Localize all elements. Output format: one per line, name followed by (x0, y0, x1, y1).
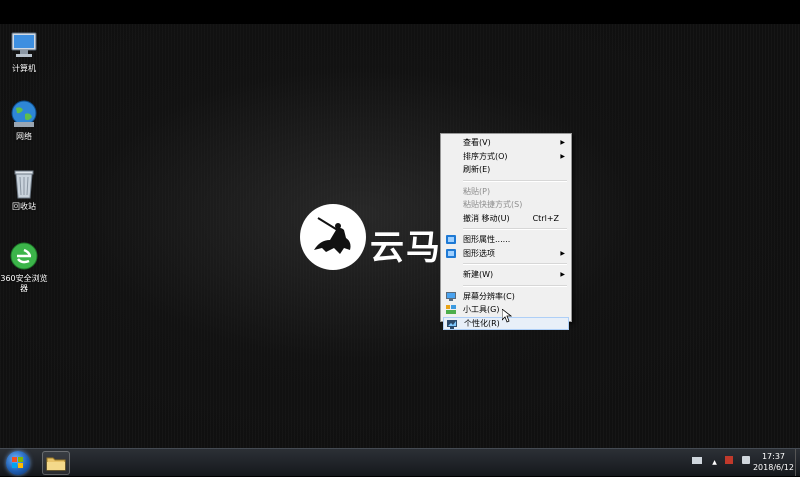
display-icon (446, 291, 456, 301)
menu-item-label: 刷新(E) (463, 165, 491, 174)
taskbar-clock[interactable]: 17:37 2018/6/12 (753, 451, 794, 473)
desktop-icon-label: 360安全浏览 (0, 274, 48, 283)
tray-expand-arrow-icon[interactable]: ▲ (712, 459, 717, 466)
menu-item-label: 排序方式(O) (463, 151, 508, 161)
menu-item-paste-shortcut[interactable]: 粘贴快捷方式(S) (443, 198, 569, 212)
folder-icon (46, 457, 66, 471)
desktop-context-menu: 查看(V) ▶ 排序方式(O) ▶ 刷新(E) 粘贴(P) 粘贴快捷方式(S) … (440, 133, 572, 330)
taskbar-explorer-button[interactable] (42, 451, 70, 475)
clock-time: 17:37 (761, 452, 786, 461)
menu-item-screen-resolution[interactable]: 屏幕分辨率(C) (443, 290, 569, 304)
menu-item-label: 个性化(R) (464, 318, 500, 328)
network-icon (8, 98, 40, 130)
menu-separator (463, 263, 567, 265)
menu-item-label: 撤消 移动(U) (463, 213, 510, 223)
menu-item-label: 查看(V) (463, 138, 491, 147)
computer-icon (8, 30, 40, 62)
start-button[interactable] (6, 451, 30, 475)
keyboard-icon[interactable] (691, 457, 702, 464)
desktop-icon-360-browser[interactable]: 360安全浏览 器 (0, 240, 48, 294)
desktop-icon-network[interactable]: 网络 (0, 98, 48, 142)
menu-item-refresh[interactable]: 刷新(E) (443, 163, 569, 177)
menu-separator (463, 228, 567, 230)
menu-item-undo-move[interactable]: 撤消 移动(U) Ctrl+Z (443, 212, 569, 226)
volume-icon[interactable] (742, 456, 750, 464)
menu-item-label: 图形属性...... (463, 235, 511, 244)
menu-item-shortcut: Ctrl+Z (532, 213, 559, 223)
desktop-icon-label: 计算机 (12, 64, 36, 73)
menu-item-new[interactable]: 新建(W) ▶ (443, 268, 569, 282)
menu-item-label: 粘贴快捷方式(S) (463, 200, 523, 209)
recycle-bin-icon (8, 168, 40, 200)
submenu-arrow-icon: ▶ (560, 152, 565, 160)
desktop-icon-label: 网络 (16, 132, 32, 141)
menu-item-label: 小工具(G) (463, 305, 500, 314)
desktop-icon-computer[interactable]: 计算机 (0, 30, 48, 74)
taskbar: ▲ 17:37 2018/6/12 (0, 448, 800, 476)
menu-item-label: 粘贴(P) (463, 186, 491, 196)
submenu-arrow-icon: ▶ (560, 249, 565, 257)
menu-item-label: 图形选项 (463, 248, 495, 258)
menu-item-graphics-properties[interactable]: 图形属性...... (443, 233, 569, 247)
intel-graphics-icon (446, 248, 456, 258)
gadgets-icon (446, 305, 456, 314)
windows-logo-icon (12, 457, 23, 468)
knight-emblem-icon (300, 204, 366, 270)
intel-graphics-icon (446, 235, 456, 244)
desktop-icon-recycle-bin[interactable]: 回收站 (0, 168, 48, 212)
submenu-arrow-icon: ▶ (560, 139, 565, 146)
submenu-arrow-icon: ▶ (560, 271, 565, 278)
360-browser-icon (8, 240, 40, 272)
desktop-icon-label-line2: 器 (20, 284, 28, 293)
top-black-bar (0, 0, 800, 24)
menu-item-graphics-options[interactable]: 图形选项 ▶ (443, 247, 569, 261)
desktop[interactable]: 计算机 网络 回收站 360安全浏览 器 云马 查看(V) ▶ 排序方式(O) … (0, 24, 800, 448)
menu-item-label: 新建(W) (463, 270, 494, 279)
desktop-icon-label: 回收站 (12, 202, 36, 211)
personalize-icon (447, 319, 457, 329)
menu-item-sort-by[interactable]: 排序方式(O) ▶ (443, 150, 569, 164)
menu-separator (463, 179, 567, 182)
action-center-flag-icon[interactable] (725, 456, 734, 464)
wallpaper-logo: 云马 (300, 204, 460, 274)
menu-item-paste[interactable]: 粘贴(P) (443, 185, 569, 199)
system-tray: ▲ (691, 456, 750, 466)
show-desktop-button[interactable] (795, 449, 800, 476)
menu-item-label: 屏幕分辨率(C) (463, 291, 515, 301)
menu-separator (463, 284, 567, 287)
logo-text: 云马 (370, 228, 442, 268)
clock-date: 2018/6/12 (752, 463, 794, 472)
menu-item-view[interactable]: 查看(V) ▶ (443, 136, 569, 150)
